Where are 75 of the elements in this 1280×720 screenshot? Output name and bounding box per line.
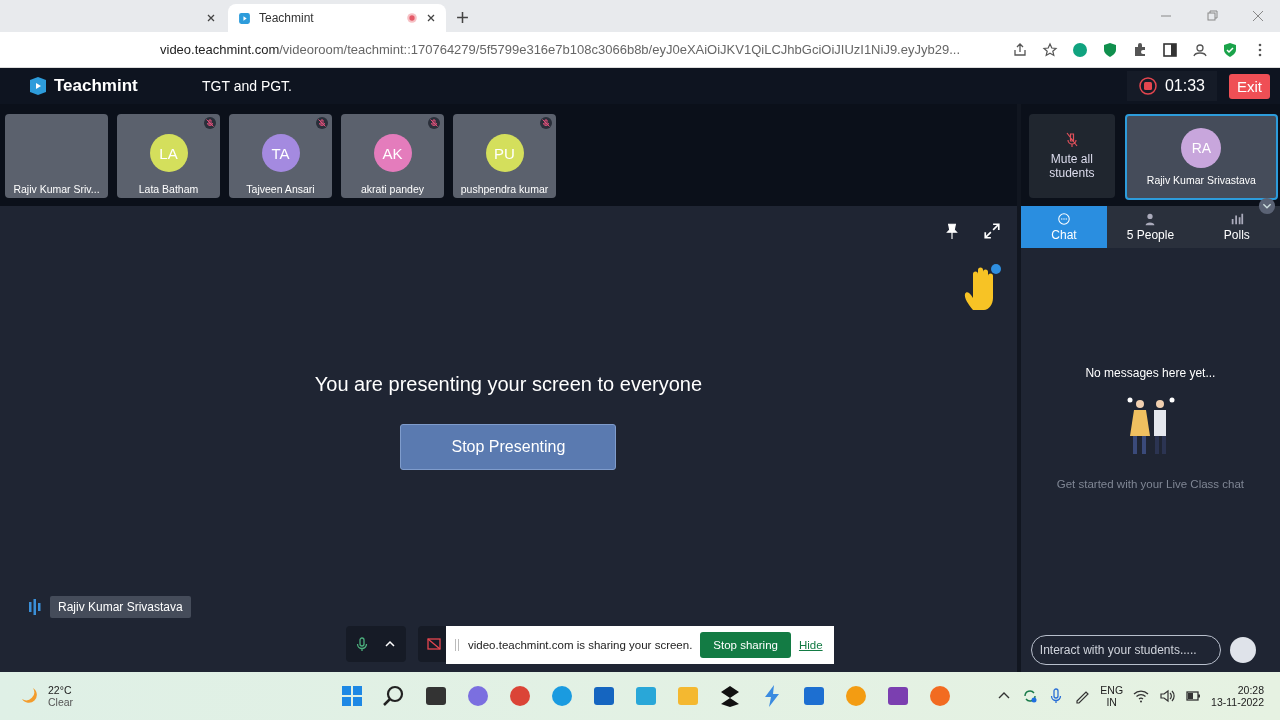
- participant-name: Tajveen Ansari: [246, 183, 315, 195]
- profile-icon[interactable]: [1192, 41, 1208, 58]
- muted-mic-icon: [1065, 132, 1078, 148]
- mute-all-label: Mute all students: [1048, 152, 1096, 180]
- expand-icon[interactable]: [982, 222, 1001, 240]
- share-icon[interactable]: [1012, 41, 1028, 58]
- recording-icon: [406, 12, 418, 24]
- participant-tile[interactable]: AK akrati pandey: [341, 114, 444, 198]
- shield-check-icon[interactable]: [1222, 41, 1238, 58]
- avatar: AK: [373, 134, 412, 172]
- close-icon[interactable]: [206, 13, 216, 23]
- sharing-text: video.teachmint.com is sharing your screen.: [468, 639, 693, 651]
- record-icon: [1138, 77, 1157, 95]
- chevron-down-icon[interactable]: [1258, 197, 1276, 215]
- participant-tile[interactable]: PU pushpendra kumar: [453, 114, 556, 198]
- participant-tile[interactable]: LA Lata Batham: [117, 114, 220, 198]
- empty-chat-title: No messages here yet...: [1085, 366, 1216, 380]
- star-icon[interactable]: [1042, 41, 1058, 58]
- wifi-icon[interactable]: [1133, 688, 1150, 704]
- mute-all-button[interactable]: Mute all students: [1028, 114, 1115, 198]
- tab-title: Teachmint: [259, 11, 314, 25]
- brand-name: Teachmint: [54, 76, 139, 96]
- sync-icon[interactable]: [1022, 688, 1039, 704]
- hide-link[interactable]: Hide: [798, 639, 823, 651]
- panel-tab[interactable]: Polls: [1193, 206, 1280, 248]
- battery-icon[interactable]: [1185, 688, 1202, 704]
- exit-button[interactable]: Exit: [1229, 73, 1270, 99]
- teachmint-logo-icon: [238, 11, 251, 25]
- mic-control[interactable]: [346, 626, 406, 662]
- sidebar-icon[interactable]: [1162, 41, 1178, 58]
- chat-icon: [1057, 212, 1071, 226]
- stop-sharing-button[interactable]: Stop sharing: [700, 632, 791, 658]
- stop-presenting-button[interactable]: Stop Presenting: [400, 423, 617, 470]
- send-button-icon[interactable]: [1228, 636, 1257, 664]
- avatar: RA: [1181, 128, 1222, 168]
- participant-tile[interactable]: TA Tajveen Ansari: [229, 114, 332, 198]
- panel-tab[interactable]: Chat: [1020, 206, 1108, 248]
- drag-handle-icon[interactable]: [454, 638, 460, 652]
- microphone-icon: [354, 636, 370, 652]
- language-indicator[interactable]: ENG IN: [1100, 684, 1124, 708]
- timer-text: 01:33: [1164, 77, 1205, 95]
- close-icon[interactable]: [426, 13, 436, 23]
- chat-input[interactable]: Interact with your students.....: [1030, 635, 1221, 665]
- avatar: LA: [149, 134, 188, 172]
- avatar: TA: [261, 134, 300, 172]
- browser-tab[interactable]: Teachmint: [228, 4, 446, 32]
- participant-name: Rajiv Kumar Srivastava: [1146, 174, 1256, 186]
- class-title: TGT and PGT.: [202, 78, 292, 94]
- participant-name: pushpendra kumar: [460, 183, 549, 195]
- poll-icon: [1229, 212, 1244, 226]
- moon-icon: [20, 686, 40, 706]
- temperature: 22°C: [48, 684, 73, 696]
- taskbar-app-icon[interactable]: [382, 684, 406, 708]
- shield-icon[interactable]: [1102, 41, 1118, 58]
- avatar: PU: [485, 134, 524, 172]
- camera-off-icon: [426, 636, 442, 652]
- clock[interactable]: 20:28 13-11-2022: [1211, 684, 1264, 708]
- teachmint-logo-icon: [28, 76, 48, 96]
- taskbar-app-icon[interactable]: [424, 684, 448, 708]
- weather-text: Clear: [48, 696, 74, 708]
- raise-hand-icon[interactable]: [962, 264, 1003, 312]
- participant-name: Lata Batham: [138, 183, 199, 195]
- presenting-message: You are presenting your screen to everyone: [314, 372, 703, 396]
- new-tab-icon[interactable]: [456, 11, 469, 24]
- audio-level-icon: [28, 598, 42, 616]
- self-video-tile[interactable]: RA Rajiv Kumar Srivastava: [1124, 114, 1278, 200]
- participant-tile[interactable]: Rajiv Kumar Sriv...: [5, 114, 108, 198]
- puzzle-icon[interactable]: [1132, 41, 1148, 58]
- extension-icon[interactable]: [1072, 41, 1088, 58]
- volume-icon[interactable]: [1159, 688, 1176, 704]
- empty-chat-hint: Get started with your Live Class chat: [1056, 478, 1245, 490]
- panel-tab[interactable]: 5 People: [1107, 206, 1194, 248]
- participant-name: Rajiv Kumar Sriv...: [13, 183, 100, 195]
- speaker-name: Rajiv Kumar Srivastava: [50, 596, 191, 618]
- participant-name: akrati pandey: [360, 183, 424, 195]
